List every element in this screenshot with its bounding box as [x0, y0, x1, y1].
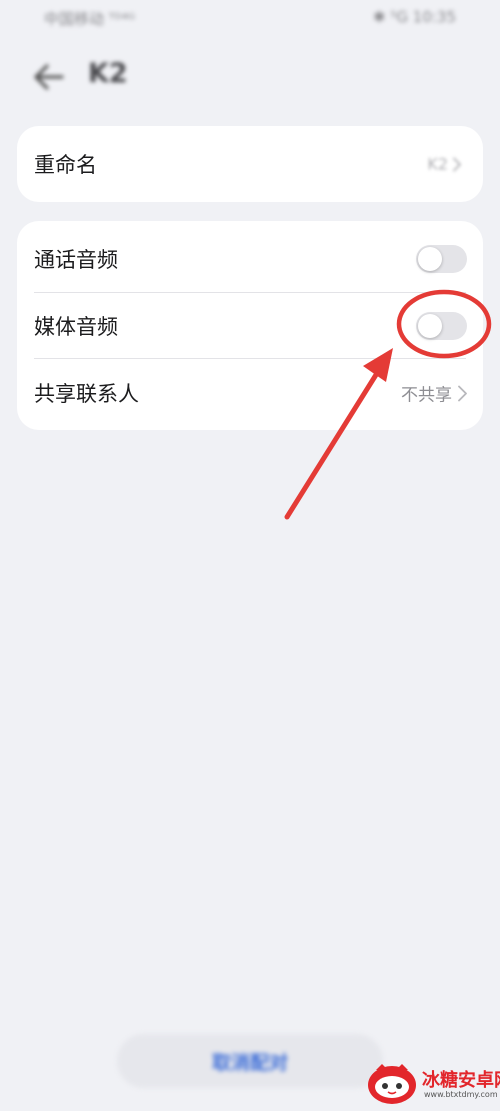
- chevron-right-icon: [458, 385, 467, 401]
- audio-settings-card: 通话音频 媒体音频 共享联系人 不共享: [17, 221, 483, 430]
- status-icons: ✱ ⁵G 10:35: [373, 8, 456, 26]
- watermark: 冰糖安卓网 www.btxtdmy.com: [362, 1054, 500, 1111]
- toggle-knob: [418, 247, 442, 271]
- call-audio-row: 通话音频: [17, 226, 483, 292]
- rename-card: 重命名 K2: [17, 126, 483, 202]
- media-audio-row: 媒体音频: [17, 293, 483, 359]
- share-contacts-label: 共享联系人: [34, 382, 139, 406]
- unpair-button[interactable]: 取消配对: [117, 1034, 383, 1088]
- watermark-logo-icon: [368, 1064, 416, 1104]
- share-contacts-value: 不共享: [401, 385, 452, 406]
- page-title: K2: [88, 58, 128, 89]
- rename-row[interactable]: 重命名 K2: [17, 131, 483, 197]
- settings-screen: 中国移动 ᵀᴰ⁴ᴳ ✱ ⁵G 10:35 K2 重命名 K2 通话音频 媒体音频…: [0, 0, 500, 1111]
- call-audio-toggle[interactable]: [416, 245, 467, 273]
- toggle-knob: [418, 314, 442, 338]
- rename-value-group: K2: [427, 155, 461, 174]
- watermark-name: 冰糖安卓网: [422, 1070, 500, 1091]
- watermark-url: www.btxtdmy.com: [424, 1090, 498, 1099]
- back-arrow-icon[interactable]: [32, 62, 64, 92]
- unpair-button-label: 取消配对: [211, 1051, 288, 1074]
- carrier-info: 中国移动 ᵀᴰ⁴ᴳ: [44, 10, 136, 28]
- media-audio-label: 媒体音频: [34, 315, 118, 339]
- media-audio-toggle[interactable]: [416, 312, 467, 340]
- header: K2: [0, 52, 500, 102]
- rename-label: 重命名: [34, 153, 97, 177]
- rename-value: K2: [427, 154, 448, 174]
- status-bar: 中国移动 ᵀᴰ⁴ᴳ ✱ ⁵G 10:35: [0, 0, 500, 40]
- call-audio-label: 通话音频: [34, 248, 118, 272]
- chevron-right-icon: [453, 157, 461, 171]
- divider: [34, 358, 466, 359]
- share-contacts-row[interactable]: 共享联系人 不共享: [17, 360, 483, 426]
- share-contacts-value-group: 不共享: [401, 381, 467, 406]
